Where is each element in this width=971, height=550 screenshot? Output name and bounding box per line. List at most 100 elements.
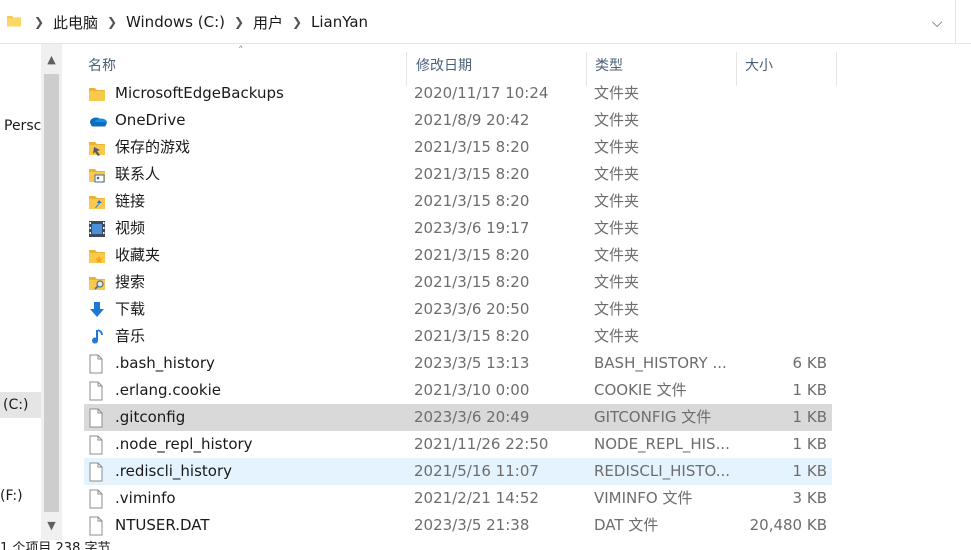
- file-row[interactable]: 链接 2021/3/15 8:20 文件夹: [84, 188, 832, 215]
- file-icon: [88, 377, 108, 404]
- file-row[interactable]: OneDrive 2021/8/9 20:42 文件夹: [84, 107, 832, 134]
- file-type: 文件夹: [594, 111, 640, 129]
- chevron-down-icon[interactable]: ⌵: [928, 14, 946, 32]
- file-name: 搜索: [115, 273, 146, 291]
- file-name: .viminfo: [115, 489, 176, 507]
- file-row[interactable]: .bash_history 2023/3/5 13:13 BASH_HISTORY …: [84, 350, 832, 377]
- scroll-up-arrow-icon[interactable]: ▲: [41, 50, 62, 70]
- downloads-icon: [88, 296, 108, 323]
- file-type: 文件夹: [594, 192, 640, 210]
- file-type: DAT 文件: [594, 516, 659, 534]
- file-size: 1 KB: [792, 381, 827, 399]
- file-row[interactable]: 联系人 2021/3/15 8:20 文件夹: [84, 161, 832, 188]
- file-modified-date: 2021/3/15 8:20: [414, 165, 530, 183]
- file-size: 3 KB: [792, 489, 827, 507]
- file-row[interactable]: .viminfo 2021/2/21 14:52 VIMINFO 文件 3 KB: [84, 485, 832, 512]
- file-row[interactable]: .erlang.cookie 2021/3/10 0:00 COOKIE 文件 1 K…: [84, 377, 832, 404]
- file-row[interactable]: 下载 2023/3/6 20:50 文件夹: [84, 296, 832, 323]
- breadcrumb-item-drive-c[interactable]: Windows (C:): [121, 13, 230, 31]
- file-size: 1 KB: [792, 435, 827, 453]
- links-icon: [88, 188, 108, 215]
- file-icon: [88, 512, 108, 539]
- file-type: 文件夹: [594, 165, 640, 183]
- searches-icon: [88, 269, 108, 296]
- file-row[interactable]: 搜索 2021/3/15 8:20 文件夹: [84, 269, 832, 296]
- file-row[interactable]: 视频 2023/3/6 19:17 文件夹: [84, 215, 832, 242]
- file-type: 文件夹: [594, 300, 640, 318]
- onedrive-icon: [88, 107, 108, 134]
- column-header-name[interactable]: 名称: [78, 52, 406, 80]
- status-bar: 1 个项目 238 字节: [0, 541, 111, 550]
- file-type: VIMINFO 文件: [594, 489, 693, 507]
- file-type: BASH_HISTORY ...: [594, 354, 727, 372]
- address-bar[interactable]: ❯ 此电脑 ❯ Windows (C:) ❯ 用户 ❯ LianYan ⌵: [0, 0, 971, 44]
- file-icon: [88, 485, 108, 512]
- file-list: ˄ 名称 修改日期 类型 大小 MicrosoftEdgeBackups 2020…: [78, 44, 971, 550]
- favorites-icon: [88, 242, 108, 269]
- file-row[interactable]: 收藏夹 2021/3/15 8:20 文件夹: [84, 242, 832, 269]
- file-modified-date: 2021/8/9 20:42: [414, 111, 530, 129]
- file-row[interactable]: NTUSER.DAT 2023/3/5 21:38 DAT 文件 20,480 KB: [84, 512, 832, 539]
- contacts-icon: [88, 161, 108, 188]
- column-header-type[interactable]: 类型: [585, 52, 735, 80]
- scroll-down-arrow-icon[interactable]: ▼: [41, 516, 62, 536]
- file-size: [736, 242, 827, 269]
- file-type: 文件夹: [594, 219, 640, 237]
- file-row[interactable]: .rediscli_history 2021/5/16 11:07 REDISCLI…: [84, 458, 832, 485]
- file-name: 音乐: [115, 327, 146, 345]
- file-modified-date: 2021/2/21 14:52: [414, 489, 539, 507]
- file-row[interactable]: MicrosoftEdgeBackups 2020/11/17 10:24 文件夹: [84, 80, 832, 107]
- column-divider[interactable]: [836, 52, 837, 86]
- breadcrumb-item-this-pc[interactable]: 此电脑: [48, 12, 103, 33]
- file-modified-date: 2021/3/15 8:20: [414, 192, 530, 210]
- file-row[interactable]: 音乐 2021/3/15 8:20 文件夹: [84, 323, 832, 350]
- file-icon: [88, 350, 108, 377]
- file-modified-date: 2023/3/5 21:38: [414, 516, 530, 534]
- file-modified-date: 2021/3/15 8:20: [414, 246, 530, 264]
- videos-icon: [88, 215, 108, 242]
- nav-scrollbar[interactable]: ▲ ▼: [41, 44, 62, 540]
- chevron-right-icon[interactable]: ❯: [30, 15, 48, 29]
- file-name: .node_repl_history: [115, 435, 253, 453]
- file-modified-date: 2021/3/15 8:20: [414, 327, 530, 345]
- breadcrumb: ❯ 此电脑 ❯ Windows (C:) ❯ 用户 ❯ LianYan: [30, 0, 373, 44]
- file-size: [736, 323, 827, 350]
- file-name: .erlang.cookie: [115, 381, 222, 399]
- chevron-right-icon[interactable]: ❯: [230, 15, 248, 29]
- file-row[interactable]: .gitconfig 2023/3/6 20:49 GITCONFIG 文件 1 KB: [84, 404, 832, 431]
- file-row[interactable]: 保存的游戏 2021/3/15 8:20 文件夹: [84, 134, 832, 161]
- breadcrumb-item-lianyan[interactable]: LianYan: [306, 13, 373, 31]
- file-type: GITCONFIG 文件: [594, 408, 712, 426]
- nav-item-personal[interactable]: Persc: [4, 116, 41, 136]
- file-type: 文件夹: [594, 246, 640, 264]
- scrollbar-thumb[interactable]: [44, 74, 59, 512]
- file-size: 6 KB: [792, 354, 827, 372]
- file-type: 文件夹: [594, 138, 640, 156]
- file-name: OneDrive: [115, 111, 186, 129]
- file-type: 文件夹: [594, 327, 640, 345]
- file-name: 收藏夹: [115, 246, 161, 264]
- file-row[interactable]: .node_repl_history 2021/11/26 22:50 NODE_R…: [84, 431, 832, 458]
- file-size: [736, 107, 827, 134]
- file-modified-date: 2021/5/16 11:07: [414, 462, 539, 480]
- file-name: 联系人: [115, 165, 161, 183]
- file-name: MicrosoftEdgeBackups: [115, 84, 284, 102]
- folder-icon: [6, 13, 22, 29]
- column-header-size[interactable]: 大小: [735, 52, 835, 80]
- file-type: REDISCLI_HISTO...: [594, 462, 731, 480]
- breadcrumb-item-users[interactable]: 用户: [248, 12, 288, 33]
- folder-icon: [88, 80, 108, 107]
- file-type: 文件夹: [594, 273, 640, 291]
- nav-item-drive-f[interactable]: (F:): [0, 486, 37, 506]
- column-header-date[interactable]: 修改日期: [406, 52, 586, 80]
- file-icon: [88, 431, 108, 458]
- file-modified-date: 2021/11/26 22:50: [414, 435, 549, 453]
- file-name: 链接: [115, 192, 146, 210]
- nav-item-drive-c[interactable]: (C:): [0, 392, 41, 418]
- chevron-right-icon[interactable]: ❯: [103, 15, 121, 29]
- file-modified-date: 2023/3/6 20:49: [414, 408, 530, 426]
- file-name: 视频: [115, 219, 146, 237]
- file-name: NTUSER.DAT: [115, 516, 210, 534]
- chevron-right-icon[interactable]: ❯: [288, 15, 306, 29]
- file-type: COOKIE 文件: [594, 381, 687, 399]
